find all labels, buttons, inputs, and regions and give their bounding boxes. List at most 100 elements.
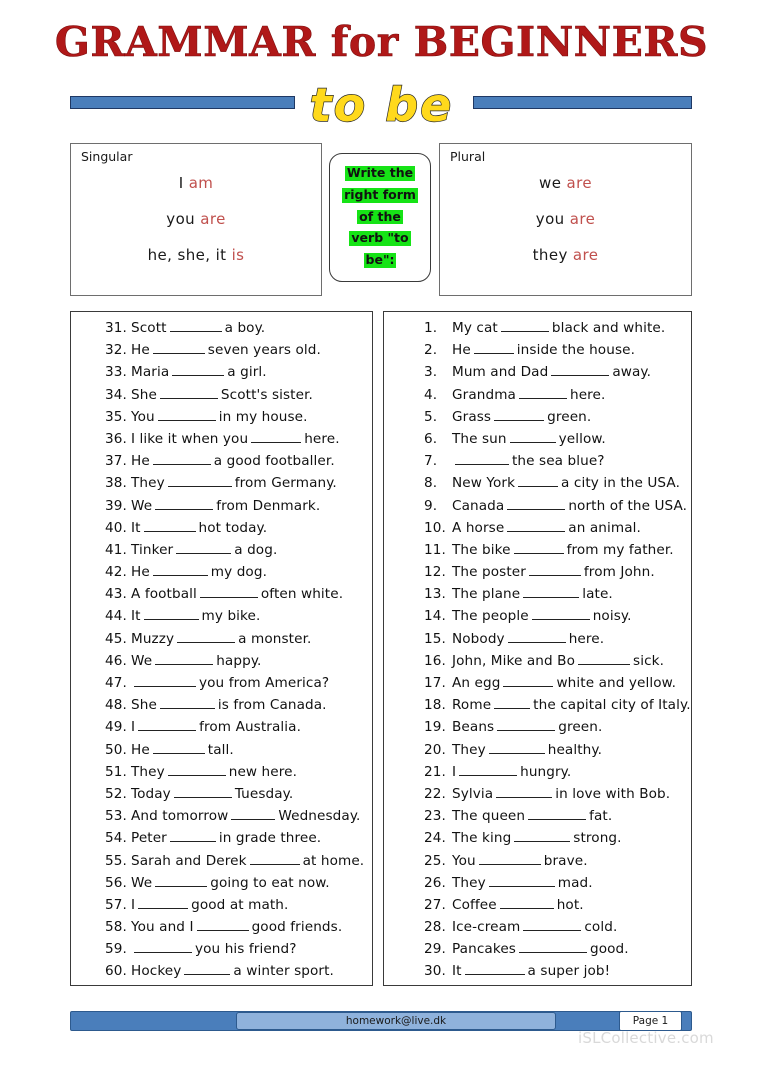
answer-blank[interactable] [578,653,631,665]
exercise-item: 39. We from Denmark. [77,498,366,520]
exercise-item: 17. An egg white and yellow. [390,675,685,697]
answer-blank[interactable] [143,608,199,621]
sentence-prefix: The poster [452,564,526,581]
answer-blank[interactable] [172,364,225,377]
answer-blank[interactable] [196,919,249,932]
answer-blank[interactable] [134,941,192,954]
answer-blank[interactable] [155,653,214,665]
page-title: GRAMMAR for BEGINNERS [54,18,709,67]
answer-blank[interactable] [157,409,216,421]
answer-blank[interactable] [507,498,566,510]
answer-blank[interactable] [177,631,236,643]
answer-blank[interactable] [528,564,581,577]
answer-blank[interactable] [155,875,208,887]
answer-blank[interactable] [507,631,566,643]
exercise-item: 49. Ifrom Australia. [77,719,366,741]
exercise-number: 38. [105,475,127,492]
sentence-prefix: He [131,453,150,470]
answer-blank[interactable] [499,897,554,909]
answer-blank[interactable] [518,387,567,399]
answer-blank[interactable] [488,875,555,887]
exercise-sentence: He tall. [131,742,234,758]
page-number-badge: Page 1 [619,1011,682,1031]
answer-blank[interactable] [523,586,580,599]
answer-blank[interactable] [167,764,226,776]
answer-blank[interactable] [152,564,208,577]
answer-blank[interactable] [152,742,205,754]
answer-blank[interactable] [488,742,545,754]
answer-blank[interactable] [143,520,196,532]
exercise-number: 54. [105,830,127,847]
answer-blank[interactable] [152,453,211,466]
answer-blank[interactable] [173,786,232,798]
exercise-sentence: They from Germany. [131,475,337,491]
answer-blank[interactable] [473,342,514,355]
exercise-number: 44. [105,608,127,625]
exercise-sentence: A football often white. [131,586,343,602]
sentence-prefix: The king [452,830,512,847]
answer-blank[interactable] [494,409,545,421]
answer-blank[interactable] [507,520,566,532]
answer-blank[interactable] [551,364,610,377]
answer-blank[interactable] [159,387,218,399]
exercise-sentence: We from Denmark. [131,498,320,514]
answer-blank[interactable] [509,431,556,443]
answer-blank[interactable] [513,542,564,554]
answer-blank[interactable] [138,897,189,909]
sentence-prefix: Muzzy [131,630,175,647]
answer-blank[interactable] [199,586,258,599]
answer-blank[interactable] [167,475,232,488]
answer-blank[interactable] [134,675,196,687]
exercise-sentence: Today Tuesday. [131,786,293,802]
answer-blank[interactable] [518,941,587,954]
exercise-number: 17. [424,675,446,691]
answer-blank[interactable] [528,808,587,821]
answer-blank[interactable] [478,853,541,865]
answer-blank[interactable] [497,719,556,732]
exercise-item: 9. Canada north of the USA. [390,498,687,520]
exercise-sentence: Sarah and Derek at home. [131,853,364,869]
answer-blank[interactable] [249,853,300,865]
exercise-item: 26. They mad. [390,875,685,897]
answer-blank[interactable] [494,697,531,710]
exercise-sentence: I like it when you here. [131,431,340,447]
instruction-line-text: verb "to [349,230,411,246]
answer-blank[interactable] [531,608,590,621]
exercise-number: 14. [424,608,446,625]
answer-blank[interactable] [155,498,214,510]
footer-email: homework@live.dk [236,1012,556,1030]
sentence-suffix: a super job! [527,963,611,980]
exercise-sentence: Mum and Dad away. [452,364,651,380]
exercise-sentence: Canada north of the USA. [452,498,687,514]
sentence-prefix: An egg [452,675,501,691]
exercise-number: 6. [424,430,438,447]
answer-blank[interactable] [159,697,215,710]
answer-blank[interactable] [169,320,222,332]
instruction-line: be": [334,249,426,271]
answer-blank[interactable] [459,764,518,776]
answer-blank[interactable] [251,431,302,443]
conjugation-row: they are [440,246,691,264]
answer-blank[interactable] [231,808,276,821]
answer-blank[interactable] [169,830,216,843]
answer-blank[interactable] [503,675,554,687]
answer-blank[interactable] [518,475,559,488]
sentence-prefix: Nobody [452,630,505,647]
answer-blank[interactable] [514,830,571,843]
answer-blank[interactable] [176,542,232,554]
answer-blank[interactable] [138,719,197,732]
sentence-prefix: Peter [131,830,167,847]
conjugation-subject: you [166,210,201,228]
answer-blank[interactable] [184,963,231,976]
answer-blank[interactable] [455,453,509,466]
answer-blank[interactable] [464,963,525,976]
answer-blank[interactable] [523,919,582,932]
exercise-number: 32. [105,342,127,359]
answer-blank[interactable] [496,786,553,798]
answer-blank[interactable] [500,320,549,332]
answer-blank[interactable] [152,342,205,355]
sentence-suffix: in grade three. [218,830,322,847]
sentence-suffix: green. [547,408,592,425]
exercise-sentence: It my bike. [131,608,260,624]
exercise-number: 22. [424,785,446,802]
